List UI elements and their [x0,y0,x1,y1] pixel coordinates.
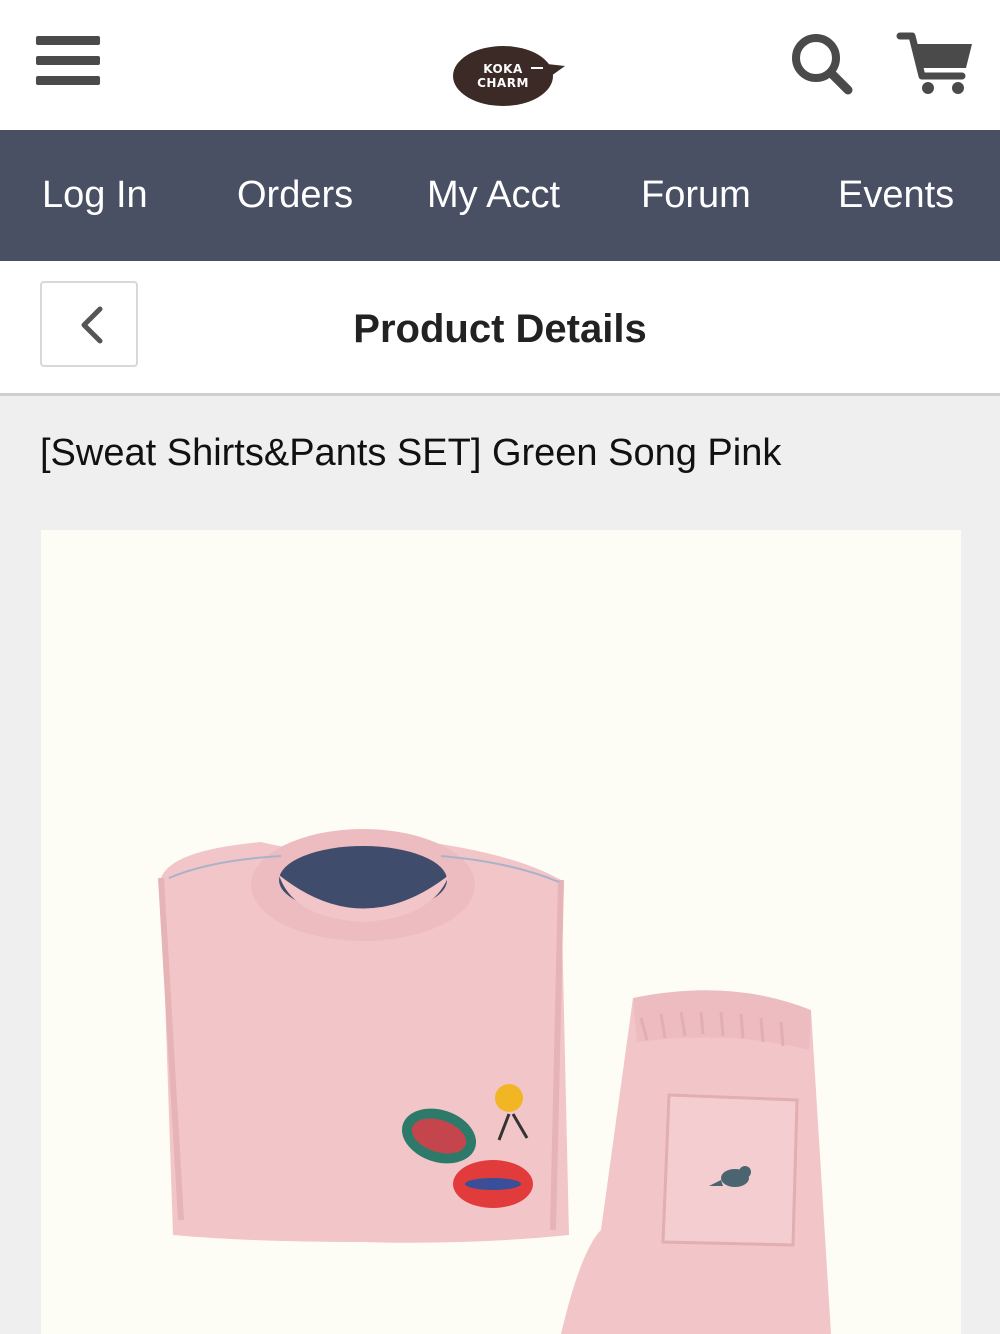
page-title: Product Details [353,307,647,351]
sweatshirt-set-illustration [158,829,831,1334]
back-button[interactable] [40,281,138,367]
search-icon[interactable] [788,30,856,98]
hamburger-menu-icon[interactable] [36,36,102,90]
product-title: [Sweat Shirts&Pants SET] Green Song Pink [40,432,782,474]
cart-icon[interactable] [896,30,976,98]
koka-charm-logo[interactable]: KOKA CHARM [451,42,567,110]
logo-line-1: KOKA [483,62,523,76]
main-nav: Log In Orders My Acct Forum Events [0,130,1000,261]
nav-item-my-account[interactable]: My Acct [427,130,560,261]
chevron-left-icon [81,306,103,344]
page-header: Product Details [0,261,1000,396]
nav-item-orders[interactable]: Orders [237,130,353,261]
logo-line-2: CHARM [477,76,529,90]
product-image[interactable] [41,530,961,1334]
nav-item-forum[interactable]: Forum [641,130,751,261]
nav-item-events[interactable]: Events [838,130,954,261]
top-header: KOKA CHARM [0,0,1000,130]
nav-item-login[interactable]: Log In [42,130,148,261]
logo-text: KOKA CHARM [451,62,555,90]
